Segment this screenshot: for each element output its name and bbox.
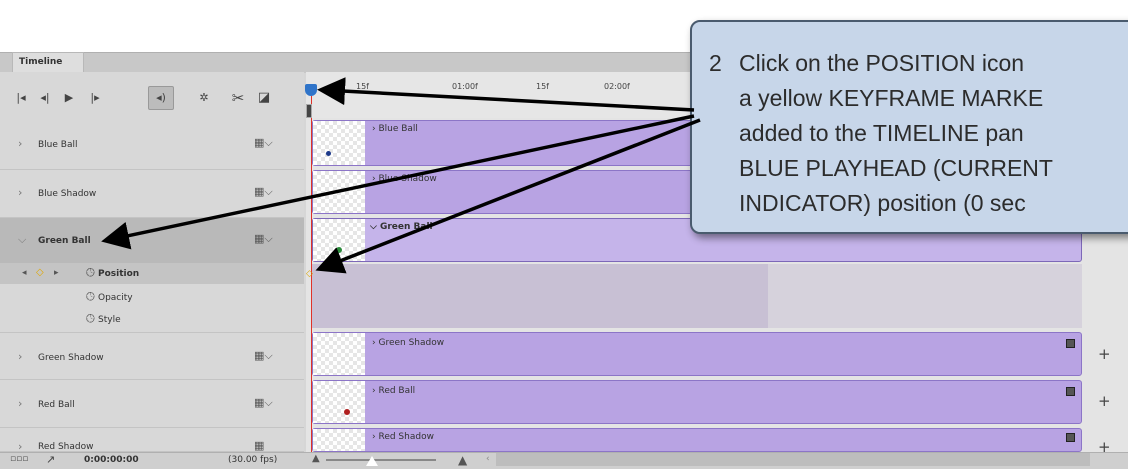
callout-arrows bbox=[101, 77, 701, 274]
arrow-to-green-ball bbox=[101, 114, 695, 250]
arrow-to-playhead bbox=[317, 77, 695, 112]
arrow-to-keyframe bbox=[315, 118, 701, 274]
